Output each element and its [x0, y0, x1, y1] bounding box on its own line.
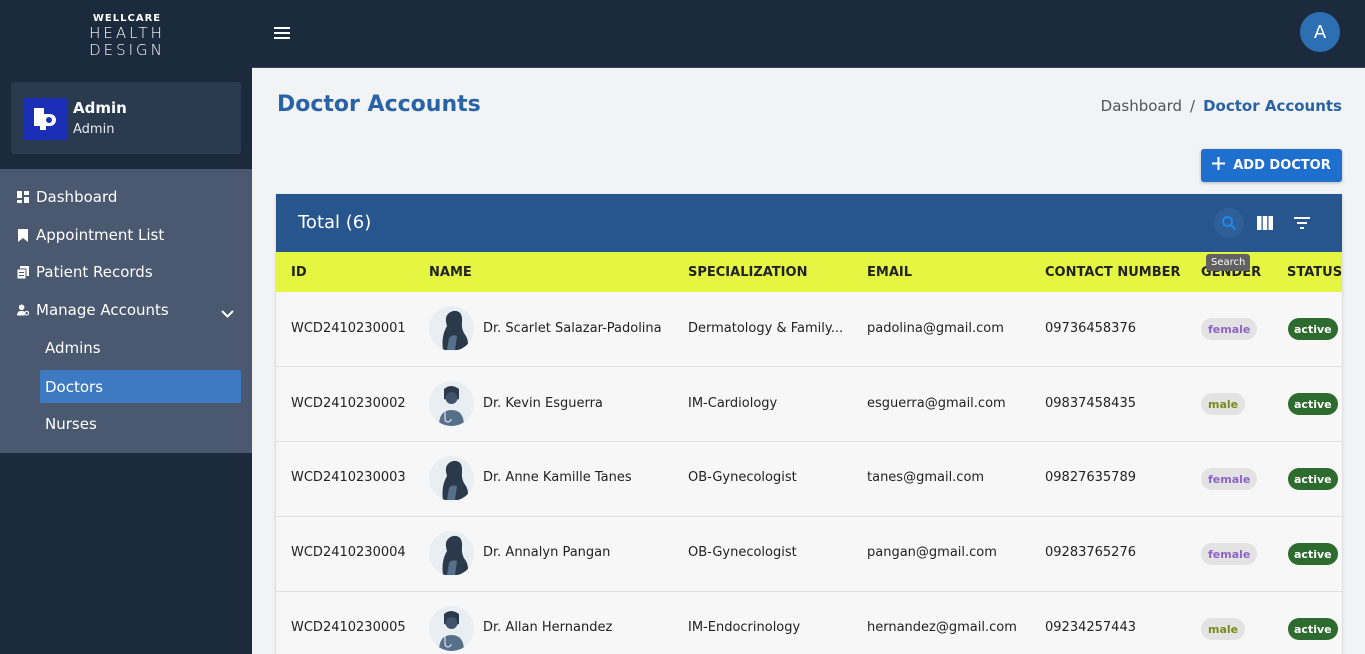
- status-badge: active: [1288, 618, 1338, 640]
- search-icon[interactable]: [1214, 208, 1244, 238]
- gender-badge: female: [1201, 543, 1258, 565]
- sidebar-item-label: Manage Accounts: [36, 301, 169, 319]
- doctor-avatar-male: [429, 606, 474, 651]
- column-header-status[interactable]: STATUS: [1287, 265, 1342, 280]
- cell-id: WCD2410230002: [291, 396, 406, 411]
- user-name: Admin: [73, 99, 127, 117]
- gender-badge: male: [1201, 393, 1246, 415]
- status-badge: active: [1288, 543, 1338, 565]
- status-badge: active: [1288, 393, 1338, 415]
- cell-name: Dr. Allan Hernandez: [483, 620, 613, 635]
- sidebar-item-manage-accounts[interactable]: Manage Accounts: [0, 293, 252, 327]
- doctors-table-card: Total (6) Search ID NAME SPECIALIZATION …: [276, 194, 1342, 654]
- sidebar-item-label: Patient Records: [36, 263, 153, 281]
- sidebar-subitem-label: Nurses: [45, 414, 97, 433]
- cell-contact: 09837458435: [1045, 396, 1136, 411]
- sidebar-item-label: Dashboard: [36, 188, 118, 206]
- cell-id: WCD2410230003: [291, 470, 406, 485]
- cell-name: Dr. Scarlet Salazar-Padolina: [483, 321, 662, 336]
- cell-contact: 09827635789: [1045, 470, 1136, 485]
- records-icon: [17, 265, 29, 279]
- table-row[interactable]: WCD2410230004 Dr. Annalyn Pangan OB-Gyne…: [276, 517, 1342, 592]
- cell-email: esguerra@gmail.com: [867, 396, 1006, 411]
- breadcrumb-separator: /: [1190, 97, 1196, 115]
- table-row[interactable]: WCD2410230005 Dr. Allan Hernandez IM-End…: [276, 592, 1342, 654]
- cell-specialization: Dermatology & Family...: [688, 321, 844, 336]
- page-title: Doctor Accounts: [277, 92, 481, 117]
- gender-badge: female: [1201, 468, 1258, 490]
- cell-specialization: OB-Gynecologist: [688, 545, 797, 560]
- sidebar-subitem-admins[interactable]: Admins: [40, 331, 241, 364]
- table-row[interactable]: WCD2410230002 Dr. Kevin Esguerra IM-Card…: [276, 367, 1342, 442]
- sidebar-item-appointment-list[interactable]: Appointment List: [0, 218, 252, 252]
- cell-name: Dr. Kevin Esguerra: [483, 396, 603, 411]
- doctor-avatar-female: [429, 306, 474, 351]
- table-toolbar: Total (6): [276, 194, 1342, 252]
- cell-name: Dr. Anne Kamille Tanes: [483, 470, 632, 485]
- column-header-specialization[interactable]: SPECIALIZATION: [688, 265, 807, 280]
- top-bar: A: [252, 0, 1365, 68]
- cell-contact: 09736458376: [1045, 321, 1136, 336]
- gender-badge: male: [1201, 618, 1246, 640]
- search-tooltip: Search: [1206, 254, 1251, 271]
- cell-specialization: IM-Cardiology: [688, 396, 778, 411]
- doctor-avatar-male: [429, 381, 474, 426]
- user-role: Admin: [73, 122, 115, 137]
- breadcrumb: Dashboard / Doctor Accounts: [1101, 97, 1342, 115]
- table-row[interactable]: WCD2410230001 Dr. Scarlet Salazar-Padoli…: [276, 292, 1342, 367]
- column-header-name[interactable]: NAME: [429, 265, 472, 280]
- breadcrumb-home[interactable]: Dashboard: [1101, 97, 1182, 115]
- cell-email: pangan@gmail.com: [867, 545, 997, 560]
- columns-icon[interactable]: [1250, 208, 1280, 238]
- cell-specialization: OB-Gynecologist: [688, 470, 797, 485]
- plus-icon: [1212, 157, 1226, 174]
- hamburger-menu-icon[interactable]: [274, 25, 290, 44]
- table-header-row: ID NAME SPECIALIZATION EMAIL CONTACT NUM…: [276, 252, 1342, 292]
- status-badge: active: [1288, 468, 1338, 490]
- cell-email: hernandez@gmail.com: [867, 620, 1017, 635]
- profile-avatar[interactable]: A: [1300, 12, 1340, 52]
- column-header-email[interactable]: EMAIL: [867, 265, 912, 280]
- user-card: Admin Admin: [11, 82, 241, 154]
- chevron-down-icon: [221, 304, 234, 322]
- table-row[interactable]: WCD2410230003 Dr. Anne Kamille Tanes OB-…: [276, 442, 1342, 517]
- bookmark-icon: [17, 228, 29, 242]
- doctor-avatar-female: [429, 456, 474, 501]
- cell-specialization: IM-Endocrinology: [688, 620, 801, 635]
- brand-mark-icon: [34, 108, 56, 130]
- column-header-id[interactable]: ID: [291, 265, 307, 280]
- brand-line-2: HEALTH: [89, 24, 165, 42]
- dashboard-icon: [17, 191, 29, 203]
- sidebar-item-patient-records[interactable]: Patient Records: [0, 255, 252, 289]
- cell-email: tanes@gmail.com: [867, 470, 985, 485]
- sidebar-item-label: Appointment List: [36, 226, 165, 244]
- sidebar-menu: Dashboard Appointment List Patient Recor…: [0, 169, 252, 453]
- brand-line-3: DESIGN: [89, 41, 165, 59]
- table-title: Total (6): [298, 212, 372, 233]
- cell-contact: 09234257443: [1045, 620, 1136, 635]
- cell-name: Dr. Annalyn Pangan: [483, 545, 611, 560]
- cell-id: WCD2410230004: [291, 545, 406, 560]
- cell-email: padolina@gmail.com: [867, 321, 1004, 336]
- sidebar-subitem-doctors[interactable]: Doctors: [40, 370, 241, 403]
- add-doctor-label: ADD DOCTOR: [1233, 158, 1331, 173]
- add-doctor-button[interactable]: ADD DOCTOR: [1201, 149, 1342, 182]
- sidebar-subitem-nurses[interactable]: Nurses: [40, 407, 241, 440]
- doctor-avatar-female: [429, 531, 474, 576]
- column-header-contact-number[interactable]: CONTACT NUMBER: [1045, 265, 1181, 280]
- sidebar: WELLCARE HEALTH DESIGN Admin Admin Dashb…: [0, 0, 252, 654]
- sidebar-item-dashboard[interactable]: Dashboard: [0, 180, 252, 214]
- sidebar-subitem-label: Doctors: [45, 377, 104, 396]
- manage-accounts-icon: [17, 304, 29, 316]
- sidebar-subitem-label: Admins: [45, 338, 101, 357]
- brand-logo[interactable]: WELLCARE HEALTH DESIGN: [86, 13, 168, 61]
- gender-badge: female: [1201, 318, 1258, 340]
- filter-icon[interactable]: [1287, 208, 1317, 238]
- cell-id: WCD2410230001: [291, 321, 406, 336]
- cell-contact: 09283765276: [1045, 545, 1136, 560]
- cell-id: WCD2410230005: [291, 620, 406, 635]
- user-avatar: [23, 98, 67, 140]
- breadcrumb-current: Doctor Accounts: [1203, 97, 1342, 115]
- status-badge: active: [1288, 318, 1338, 340]
